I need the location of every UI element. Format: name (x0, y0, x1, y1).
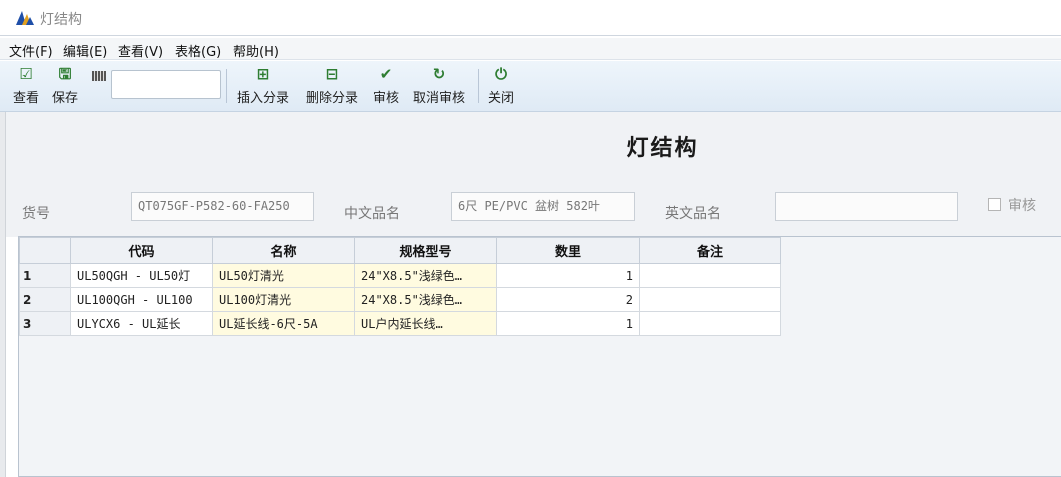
cell-quantity[interactable]: 1 (496, 311, 640, 336)
check-icon: ✔ (379, 65, 393, 83)
save-button[interactable]: 🖫 保存 (49, 63, 81, 111)
row-number-header (19, 237, 71, 264)
cell-name[interactable]: UL延长线-6尺-5A (212, 311, 355, 336)
cell-code[interactable]: UL50QGH - UL50灯 (70, 263, 213, 288)
barcode-input[interactable] (111, 70, 221, 99)
table-header-row: 代码 名称 规格型号 数里 备注 (19, 237, 781, 264)
cn-name-label: 中文品名 (344, 206, 400, 222)
approved-label: 审核 (1008, 198, 1036, 214)
approve-button[interactable]: ✔ 审核 (369, 63, 403, 111)
power-icon: ⏻ (495, 65, 507, 83)
row-number: 1 (19, 263, 71, 288)
minus-box-icon: ⊟ (325, 65, 339, 83)
cell-quantity[interactable]: 1 (496, 263, 640, 288)
column-header-spec[interactable]: 规格型号 (354, 237, 497, 264)
plus-box-icon: ⊞ (256, 65, 270, 83)
entries-table: 代码 名称 规格型号 数里 备注 1 UL50QGH - UL50灯 UL50灯… (19, 237, 781, 336)
column-header-note[interactable]: 备注 (639, 237, 781, 264)
menu-help[interactable]: 帮助(H) (233, 41, 279, 60)
cell-name[interactable]: UL100灯清光 (212, 287, 355, 312)
item-no-label: 货号 (22, 206, 50, 222)
insert-row-button[interactable]: ⊞ 插入分录 (232, 63, 294, 111)
window-title: 灯结构 (40, 12, 82, 28)
cell-spec[interactable]: 24"X8.5"浅绿色… (354, 263, 497, 288)
app-logo-icon (16, 11, 34, 25)
cell-note[interactable] (639, 287, 781, 312)
edit-icon: ☑ (19, 65, 33, 83)
row-number: 3 (19, 311, 71, 336)
en-name-field[interactable] (775, 192, 958, 221)
column-header-name[interactable]: 名称 (212, 237, 355, 264)
cell-code[interactable]: UL100QGH - UL100 (70, 287, 213, 312)
menu-table[interactable]: 表格(G) (175, 41, 221, 60)
en-name-label: 英文品名 (665, 206, 721, 222)
refresh-icon: ↻ (432, 65, 446, 83)
table-row[interactable]: 2 UL100QGH - UL100 UL100灯清光 24"X8.5"浅绿色…… (19, 287, 781, 312)
title-bar: 灯结构 (0, 0, 1061, 36)
row-number: 2 (19, 287, 71, 312)
cn-name-field[interactable]: 6尺 PE/PVC 盆树 582叶 (451, 192, 635, 221)
toolbar-separator (226, 69, 227, 103)
item-no-field[interactable]: QT075GF-P582-60-FA250 (131, 192, 314, 221)
cell-spec[interactable]: 24"X8.5"浅绿色… (354, 287, 497, 312)
menu-view[interactable]: 查看(V) (118, 41, 163, 60)
table-row[interactable]: 3 ULYCX6 - UL延长 UL延长线-6尺-5A UL户内延长线… 1 (19, 311, 781, 336)
menu-bar: 文件(F) 编辑(E) 查看(V) 表格(G) 帮助(H) (0, 38, 1061, 60)
cell-note[interactable] (639, 311, 781, 336)
left-edge (0, 112, 6, 477)
close-button[interactable]: ⏻ 关闭 (484, 63, 518, 111)
page-title: 灯结构 (626, 136, 699, 161)
toolbar: ☑ 查看 🖫 保存 ⊞ 插入分录 ⊟ 删除分录 ✔ 审核 ↻ 取消审核 ⏻ 关闭 (0, 61, 1061, 112)
save-icon: 🖫 (58, 65, 72, 83)
cell-code[interactable]: ULYCX6 - UL延长 (70, 311, 213, 336)
toolbar-separator (478, 69, 479, 103)
view-button[interactable]: ☑ 查看 (10, 63, 42, 111)
cell-note[interactable] (639, 263, 781, 288)
cell-quantity[interactable]: 2 (496, 287, 640, 312)
menu-edit[interactable]: 编辑(E) (63, 41, 107, 60)
menu-file[interactable]: 文件(F) (9, 41, 53, 60)
cancel-approve-button[interactable]: ↻ 取消审核 (408, 63, 470, 111)
column-header-quantity[interactable]: 数里 (496, 237, 640, 264)
table-row[interactable]: 1 UL50QGH - UL50灯 UL50灯清光 24"X8.5"浅绿色… 1 (19, 263, 781, 288)
cell-spec[interactable]: UL户内延长线… (354, 311, 497, 336)
delete-row-button[interactable]: ⊟ 删除分录 (300, 63, 364, 111)
cell-name[interactable]: UL50灯清光 (212, 263, 355, 288)
barcode-icon (92, 71, 106, 81)
entries-grid: 代码 名称 规格型号 数里 备注 1 UL50QGH - UL50灯 UL50灯… (18, 236, 1061, 477)
column-header-code[interactable]: 代码 (70, 237, 213, 264)
approved-checkbox[interactable] (988, 198, 1001, 211)
